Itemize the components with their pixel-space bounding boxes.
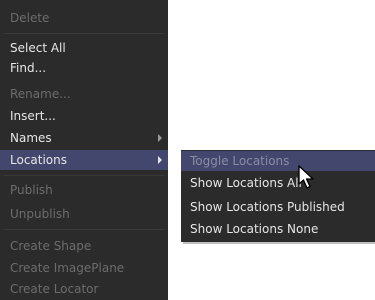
menu-item-names[interactable]: Names bbox=[0, 128, 168, 148]
menu-item-insert[interactable]: Insert... bbox=[0, 106, 168, 126]
mouse-pointer-icon bbox=[298, 165, 314, 189]
submenu-item-toggle-locations: Toggle Locations bbox=[181, 151, 375, 171]
menu-item-rename: Rename... bbox=[10, 87, 71, 101]
menu-item-create-imageplane: Create ImagePlane bbox=[10, 261, 125, 275]
submenu-item-show-locations-all[interactable]: Show Locations All bbox=[181, 173, 375, 193]
menu-separator bbox=[4, 175, 164, 176]
menu-item-publish: Publish bbox=[10, 183, 53, 197]
menu-item-unpublish: Unpublish bbox=[10, 207, 70, 221]
menu-item-select-all[interactable]: Select All bbox=[0, 38, 168, 58]
menu-item-locations[interactable]: Locations bbox=[0, 150, 168, 170]
context-menu: Delete Select All Find... Rename... Inse… bbox=[0, 0, 168, 300]
submenu-item-show-locations-published[interactable]: Show Locations Published bbox=[181, 197, 375, 217]
menu-separator bbox=[4, 229, 164, 230]
menu-item-names-label: Names bbox=[10, 131, 52, 145]
menu-item-delete: Delete bbox=[10, 11, 50, 25]
menu-separator bbox=[4, 33, 164, 34]
menu-item-create-shape: Create Shape bbox=[10, 239, 92, 253]
submenu-arrow-icon bbox=[158, 134, 162, 142]
submenu-arrow-icon bbox=[158, 156, 162, 164]
submenu-item-show-locations-none[interactable]: Show Locations None bbox=[181, 219, 375, 239]
menu-item-locations-label: Locations bbox=[10, 153, 68, 167]
menu-item-find[interactable]: Find... bbox=[0, 58, 168, 78]
locations-submenu: Toggle Locations Show Locations All Show… bbox=[181, 150, 375, 242]
menu-item-create-locator: Create Locator bbox=[10, 282, 99, 296]
